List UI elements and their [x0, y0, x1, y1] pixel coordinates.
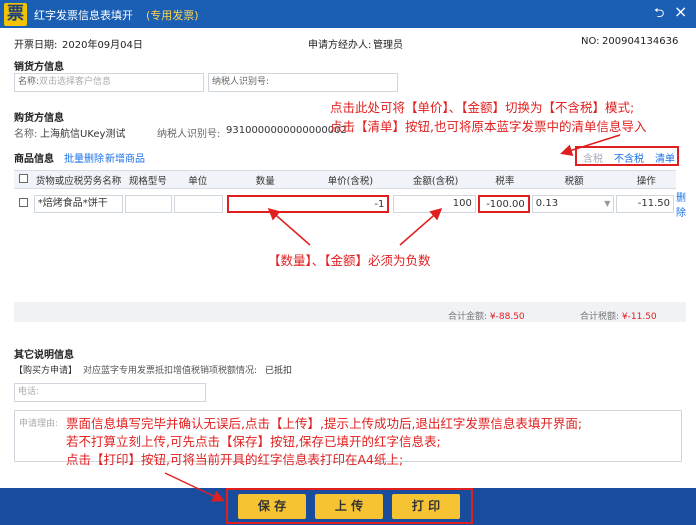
window-title-tag: (专用发票) [146, 9, 199, 22]
col-action: 操作 [616, 170, 676, 189]
add-goods-link[interactable]: 新增商品 [105, 150, 145, 165]
invoice-date-value: 2020年09月04日 [62, 40, 143, 51]
goods-table: 货物或应税劳务名称 规格型号 单位 数量 单价(含税) 金额(含税) 税率 税额… [14, 170, 686, 219]
list-button[interactable]: 清单 [655, 150, 675, 165]
buyer-section-title: 购货方信息 [14, 113, 64, 124]
goods-table-header: 货物或应税劳务名称 规格型号 单位 数量 单价(含税) 金额(含税) 税率 税额… [14, 170, 686, 189]
close-icon[interactable]: × [674, 4, 687, 20]
batch-delete-link[interactable]: 批量删除 [64, 150, 104, 165]
spec-input[interactable] [125, 194, 173, 213]
handler-label: 申请方经办人: [308, 40, 372, 51]
col-qty: 数量 [223, 170, 308, 189]
seller-taxid-input[interactable]: 纳税人识别号: [208, 73, 398, 92]
print-note: 点击【打印】按钮,可将当前开具的红字信息表打印在A4纸上; [66, 452, 404, 467]
invoice-date-label: 开票日期: [14, 40, 58, 51]
title-bar: 票 红字发票信息表填开 (专用发票) ⮌ × [0, 0, 696, 28]
tax-rate-select[interactable]: 0.13 ▼ [531, 194, 615, 213]
row-checkbox[interactable] [19, 197, 29, 207]
reason-label: 申请理由: [19, 419, 59, 429]
select-all-checkbox[interactable] [19, 173, 29, 183]
negative-values-note: 【数量】、【金额】必须为负数 [268, 253, 431, 268]
buyer-taxid-value: 9310000000000000002 [226, 125, 347, 136]
col-spec: 规格型号 [123, 170, 173, 189]
col-unit: 单位 [172, 170, 224, 189]
list-import-note: 点击【清单】按钮,也可将原本蓝字发票中的清单信息导入 [330, 119, 647, 134]
total-amount: 合计金额: ¥-88.50 [448, 309, 525, 322]
other-section-title: 其它说明信息 [14, 350, 74, 361]
seller-name-input[interactable]: 名称:双击选择客户信息 [14, 73, 204, 92]
tax-amount-input[interactable]: -11.50 [616, 194, 674, 213]
invoice-no-value: 200904134636 [602, 36, 679, 47]
amount-input[interactable]: -100.00 [477, 194, 530, 213]
total-amount-label: 合计金额: [448, 312, 488, 322]
buyer-name-label: 名称: [14, 129, 38, 140]
app-logo: 票 [4, 3, 27, 26]
deduction-text: 对应蓝字专用发票抵扣增值税销项税额情况: [83, 366, 258, 376]
total-tax: 合计税额: ¥-11.50 [580, 309, 657, 322]
mode-switch-note: 点击此处可将【单价】、【金额】切换为【不含税】模式; [330, 100, 635, 115]
seller-name-label: 名称: [18, 77, 40, 87]
goods-name-input[interactable]: *焙烤食品*饼干 [33, 194, 124, 213]
upload-note: 票面信息填写完毕并确认无误后,点击【上传】,提示上传成功后,退出红字发票信息表填… [66, 416, 583, 431]
save-note: 若不打算立刻上传,可先点击【保存】按钮,保存已填开的红字信息表; [66, 434, 441, 449]
save-button[interactable]: 保 存 [238, 494, 306, 519]
deduction-status: 已抵扣 [265, 366, 293, 376]
total-tax-label: 合计税额: [580, 312, 620, 322]
tax-included-toggle[interactable]: 含税 [583, 150, 603, 165]
col-name: 货物或应税劳务名称 [33, 170, 124, 189]
seller-name-placeholder: 双击选择客户信息 [39, 77, 112, 87]
col-tax: 税额 [531, 170, 617, 189]
invoice-no-label: NO: [581, 36, 600, 47]
col-amount: 金额(含税) [393, 170, 478, 189]
upload-button[interactable]: 上 传 [315, 494, 383, 519]
tax-rate-value: 0.13 [535, 197, 559, 209]
buyer-apply-tag: 【购买方申请】 [14, 366, 78, 376]
unit-input[interactable] [174, 194, 224, 213]
total-amount-value: ¥-88.50 [489, 312, 525, 322]
seller-section-title: 销货方信息 [14, 62, 64, 73]
table-row: *焙烤食品*饼干 -1 100 -100.00 0.13 ▼ -11.50 删除 [14, 189, 686, 219]
print-button[interactable]: 打 印 [392, 494, 460, 519]
delete-row-link[interactable]: 删除 [676, 193, 686, 219]
undo-icon[interactable]: ⮌ [654, 6, 664, 22]
buyer-taxid-label: 纳税人识别号: [157, 129, 221, 140]
phone-label: 电话: [18, 387, 40, 397]
col-rate: 税率 [477, 170, 532, 189]
seller-taxid-label: 纳税人识别号: [212, 77, 270, 87]
quantity-input[interactable]: -1 [227, 194, 390, 213]
buyer-name-value: 上海航信UKey测试 [40, 129, 126, 140]
window-title: 红字发票信息表填开 [34, 9, 133, 22]
chevron-down-icon: ▼ [604, 198, 611, 208]
col-price: 单价(含税) [307, 170, 394, 189]
goods-section-title: 商品信息 [14, 154, 54, 165]
unit-price-input[interactable]: 100 [393, 194, 476, 213]
tax-excluded-toggle[interactable]: 不含税 [614, 150, 644, 165]
handler-value: 管理员 [373, 40, 403, 51]
total-tax-value: ¥-11.50 [621, 312, 657, 322]
phone-input[interactable]: 电话: [14, 383, 206, 402]
